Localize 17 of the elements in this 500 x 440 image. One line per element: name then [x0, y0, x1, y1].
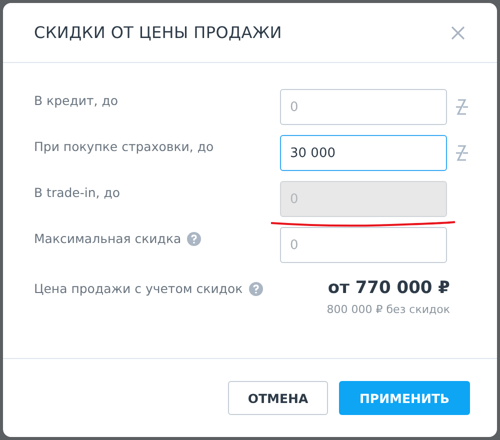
input-field[interactable]: 30 000: [280, 135, 447, 171]
help-icon[interactable]: [187, 232, 202, 246]
help-icon[interactable]: [248, 282, 263, 296]
dialog-title: СКИДКИ ОТ ЦЕНЫ ПРОДАЖИ: [34, 23, 282, 42]
field-label: Максимальная скидка: [34, 231, 182, 246]
input-field[interactable]: 0: [280, 89, 447, 125]
summary-label: Цена продажи с учетом скидок: [34, 280, 243, 296]
broken-link-icon[interactable]: [455, 144, 469, 162]
broken-link-icon[interactable]: [455, 98, 469, 116]
field-label: В trade-in, до: [34, 185, 120, 200]
cancel-button[interactable]: ОТМЕНА: [228, 381, 328, 415]
original-price: 800 000 ₽ без скидок: [326, 303, 450, 316]
field-label: При покупке страховки, до: [34, 139, 214, 154]
discounted-price: от 770 000 ₽: [328, 278, 450, 298]
field-label: В кредит, до: [34, 93, 118, 108]
close-icon[interactable]: [451, 26, 465, 40]
input-field[interactable]: 0: [280, 227, 447, 263]
